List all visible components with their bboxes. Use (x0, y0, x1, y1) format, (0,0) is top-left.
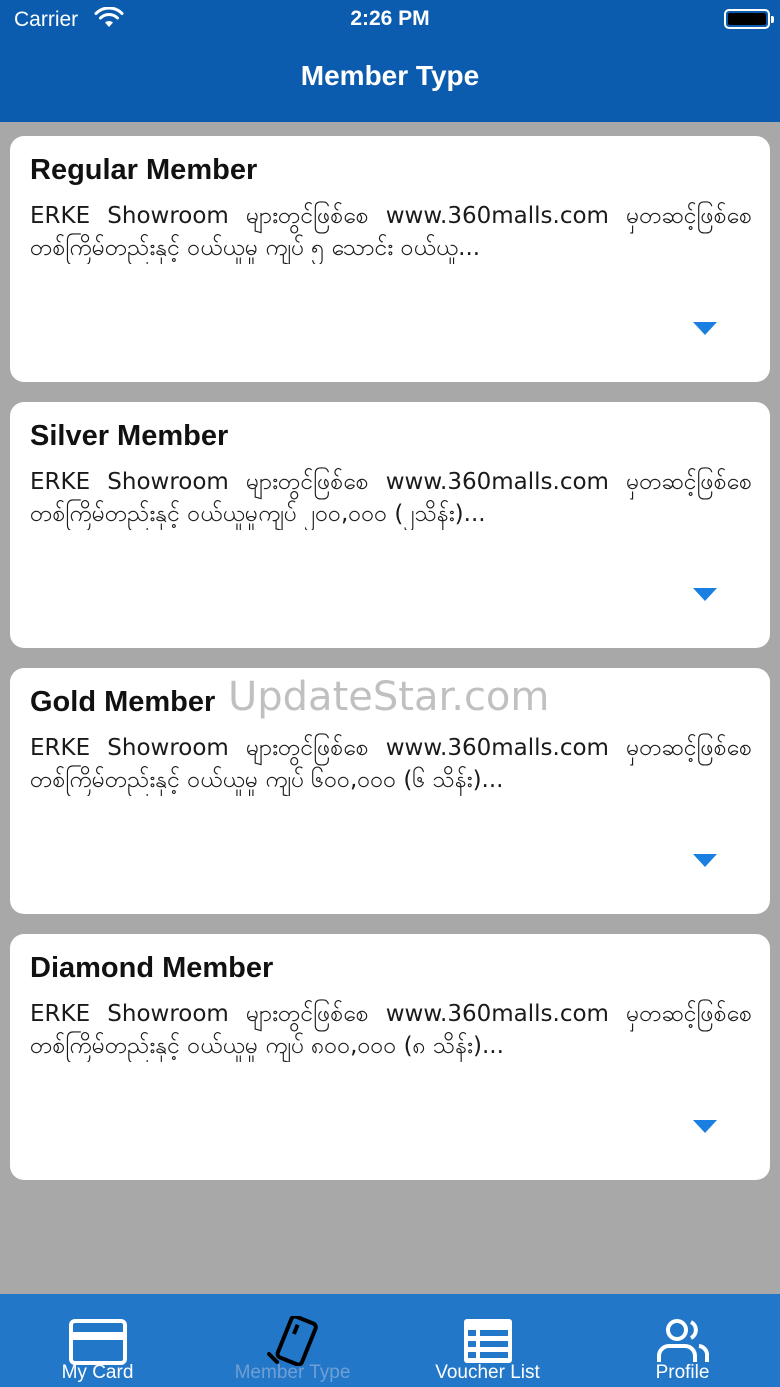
card-description: ERKE Showroom များတွင်ဖြစ်စေ www.360mall… (30, 735, 752, 793)
card-title: Regular Member (30, 154, 258, 186)
tab-my-card[interactable]: My Card (0, 1294, 195, 1387)
battery-icon (724, 9, 774, 29)
tab-label: Voucher List (435, 1362, 540, 1383)
clock: 2:26 PM (350, 7, 430, 30)
tab-voucher-list[interactable]: Voucher List (390, 1294, 585, 1387)
card-description: ERKE Showroom များတွင်ဖြစ်စေ www.360mall… (30, 1001, 752, 1059)
chevron-down-icon[interactable] (693, 322, 717, 336)
member-card-icon (266, 1316, 318, 1366)
card-title: Diamond Member (30, 952, 274, 984)
tab-bar: My Card Member Type Voucher List Profile (0, 1294, 780, 1387)
card-description: ERKE Showroom များတွင်ဖြစ်စေ www.360mall… (30, 469, 752, 527)
member-card-silver[interactable]: Silver Member ERKE Showroom များတွင်ဖြစ်… (10, 402, 770, 648)
tab-profile[interactable]: Profile (585, 1294, 780, 1387)
card-title: Silver Member (30, 420, 229, 452)
card-icon (68, 1319, 127, 1365)
tab-label: Profile (655, 1362, 710, 1383)
tab-label: My Card (61, 1362, 134, 1383)
page-title: Member Type (300, 60, 480, 91)
list-icon (463, 1319, 512, 1363)
people-icon (656, 1319, 709, 1362)
card-description: ERKE Showroom များတွင်ဖြစ်စေ www.360mall… (30, 203, 752, 261)
member-card-diamond[interactable]: Diamond Member ERKE Showroom များတွင်ဖြစ… (10, 934, 770, 1180)
chevron-down-icon[interactable] (693, 1120, 717, 1134)
chevron-down-icon[interactable] (693, 854, 717, 868)
card-title: Gold Member (30, 686, 216, 718)
app-header: Carrier 2:26 PM Member Type (0, 0, 780, 122)
chevron-down-icon[interactable] (693, 588, 717, 602)
member-card-regular[interactable]: Regular Member ERKE Showroom များတွင်ဖြစ… (10, 136, 770, 382)
status-bar: Carrier 2:26 PM (0, 0, 780, 40)
tab-member-type[interactable]: Member Type (195, 1294, 390, 1387)
tab-label: Member Type (234, 1362, 351, 1383)
watermark: UpdateStar.com (228, 674, 550, 720)
